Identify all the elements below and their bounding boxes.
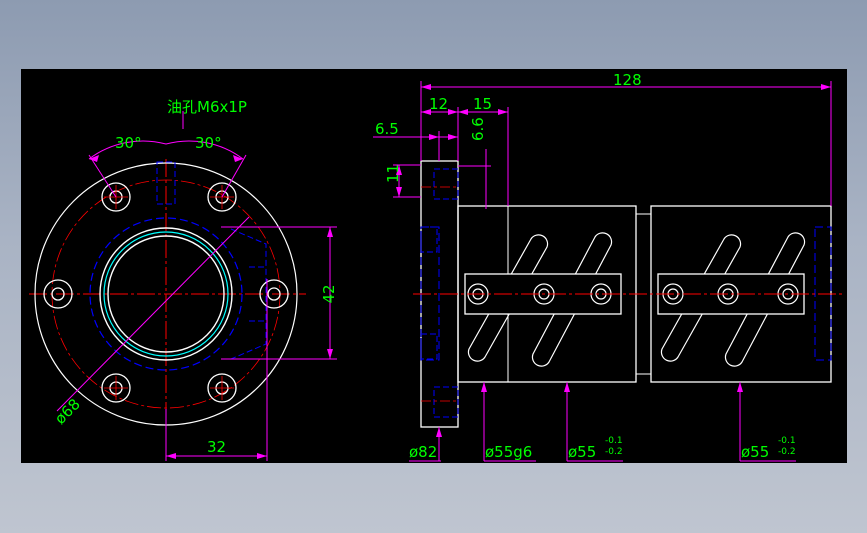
tol-lower-b: -0.2 (778, 447, 796, 457)
dim-phi55g6-label: ø55g6 (485, 443, 532, 461)
dim-phi68-label: ø68 (51, 395, 84, 428)
flange-hidden-mid (420, 333, 438, 360)
side-view (373, 81, 843, 462)
dim-phi82-label: ø82 (409, 443, 437, 461)
angle-right-label: 30° (195, 134, 222, 152)
tol-upper-b: -0.1 (778, 436, 796, 446)
cad-drawing: 油孔M6x1P 30° 30° 42 32 ø68 128 12 15 6.5 … (29, 71, 843, 462)
bolt-hole-centermarks (104, 185, 234, 400)
dim-15-label: 15 (473, 95, 492, 113)
side-dim-arrows (396, 84, 831, 437)
tol-upper-a: -0.1 (605, 436, 623, 446)
flange-hidden-top (420, 226, 438, 253)
oil-hole-label: 油孔M6x1P (167, 98, 247, 116)
dim-6-6-label: 6.6 (469, 117, 487, 141)
dim-12-label: 12 (429, 95, 448, 113)
dim-phi55-label-a: ø55 (568, 443, 596, 461)
dim-6-5-label: 6.5 (375, 120, 399, 138)
cad-drawing-viewport[interactable]: 油孔M6x1P 30° 30° 42 32 ø68 128 12 15 6.5 … (21, 69, 847, 463)
front-dimensions (56, 111, 337, 461)
tol-lower-a: -0.2 (605, 447, 623, 457)
side-dimensions (373, 81, 832, 462)
dim-42-label: 42 (320, 284, 338, 303)
flange-oil-hole-top (433, 168, 459, 200)
dim-phi55-label-b: ø55 (741, 443, 769, 461)
flange-oil-hole-bottom (433, 386, 459, 418)
dim-32-label: 32 (207, 438, 226, 456)
angle-left-label: 30° (115, 134, 142, 152)
dim-128-label: 128 (613, 71, 642, 89)
dim-11-label: 11 (384, 164, 402, 183)
